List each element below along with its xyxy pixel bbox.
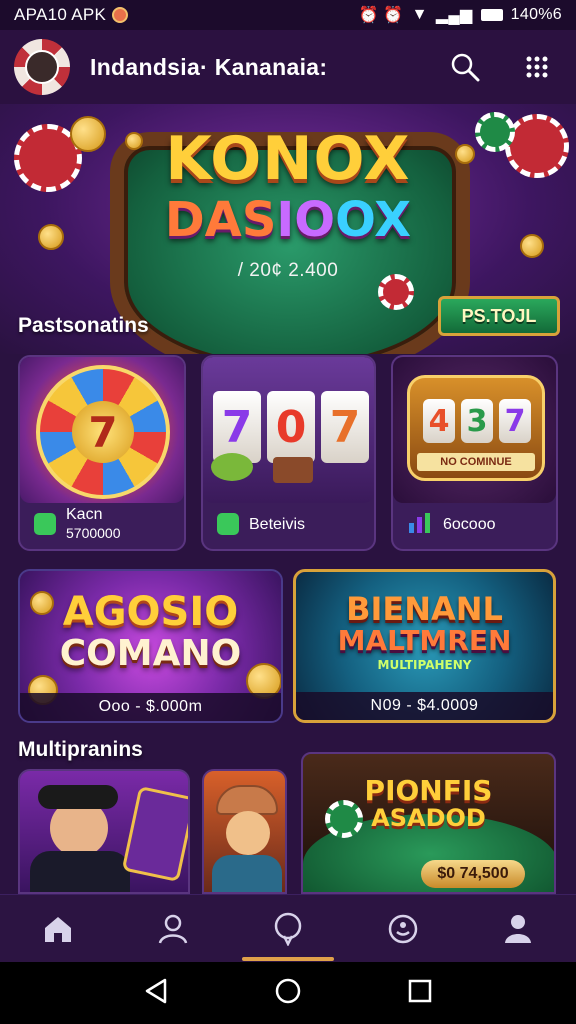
bottom-navigation — [0, 894, 576, 962]
battery-text: 140%6 — [510, 6, 562, 23]
notification-icon — [112, 7, 129, 23]
slot-art: 7 0 7 — [203, 357, 374, 503]
hero-amount: / 20¢ 2.400 — [237, 260, 339, 281]
card-title: 6ocooo — [443, 515, 496, 533]
back-icon[interactable] — [143, 977, 169, 1010]
alarm-icon: ⏰ ⏰ — [358, 7, 404, 24]
section-title: Multipranins — [18, 738, 143, 761]
battery-icon — [480, 9, 503, 21]
page-title: Indandsia· Kananaia: — [90, 53, 328, 80]
system-navigation-bar — [0, 962, 576, 1024]
app-header: Indandsia· Kananaia: — [0, 30, 576, 104]
game-card[interactable]: 7 0 7 Beteivis — [201, 355, 376, 551]
grid-menu-icon[interactable] — [520, 50, 554, 84]
card-amount: 5700000 — [66, 525, 121, 541]
home-circle-icon[interactable] — [274, 977, 302, 1010]
promo-banner[interactable]: AGOSIO COMANO Ooo - $.000m — [18, 569, 283, 723]
chart-icon — [407, 511, 433, 538]
hero-subtitle-art: DASIOOX — [164, 192, 412, 248]
slot-machine-art: 4 3 7 NO COMINUE — [393, 357, 556, 503]
card-title: Beteivis — [249, 515, 306, 533]
avatar[interactable] — [14, 39, 70, 95]
active-tab-indicator — [242, 957, 334, 961]
signal-icon: ▂▄▆ — [435, 7, 473, 24]
banner-amount: N09 - $4.0009 — [296, 692, 553, 720]
wheel-art: 7 — [20, 357, 184, 503]
people-icon[interactable] — [143, 899, 203, 959]
character-art — [226, 811, 270, 855]
search-icon[interactable] — [448, 50, 482, 84]
banner-amount: Ooo - $.000m — [20, 693, 281, 721]
card-art — [121, 785, 188, 883]
smile-face-icon[interactable] — [373, 899, 433, 959]
game-tile[interactable]: PIONFIS ASADOD $0 74,500 — [301, 752, 556, 894]
game-tile[interactable] — [202, 769, 287, 894]
chat-bubble-icon[interactable] — [258, 899, 318, 959]
hero-title: KONOX — [165, 124, 411, 194]
green-square-icon — [34, 513, 56, 535]
green-square-icon — [217, 513, 239, 535]
tile-amount: $0 74,500 — [421, 860, 525, 888]
status-left-text: APA10 APK — [14, 5, 107, 24]
game-card[interactable]: 7 Kacn 5700000 — [18, 355, 186, 551]
wifi-icon: ▼ — [411, 6, 428, 23]
play-button[interactable]: PS.TOJL — [438, 296, 560, 336]
game-tile[interactable] — [18, 769, 190, 894]
card-title: Kacn — [66, 506, 103, 523]
section-title: Pastsonatins — [18, 314, 149, 337]
home-icon[interactable] — [28, 899, 88, 959]
status-bar: APA10 APK ⏰ ⏰ ▼ ▂▄▆ 140%6 — [0, 0, 576, 30]
promo-banner[interactable]: BIENANL MALTMREN MULTIPAHENY N09 - $4.00… — [293, 569, 556, 723]
recents-icon[interactable] — [407, 978, 433, 1009]
user-icon[interactable] — [488, 899, 548, 959]
game-card[interactable]: 4 3 7 NO COMINUE 6ocooo — [391, 355, 558, 551]
